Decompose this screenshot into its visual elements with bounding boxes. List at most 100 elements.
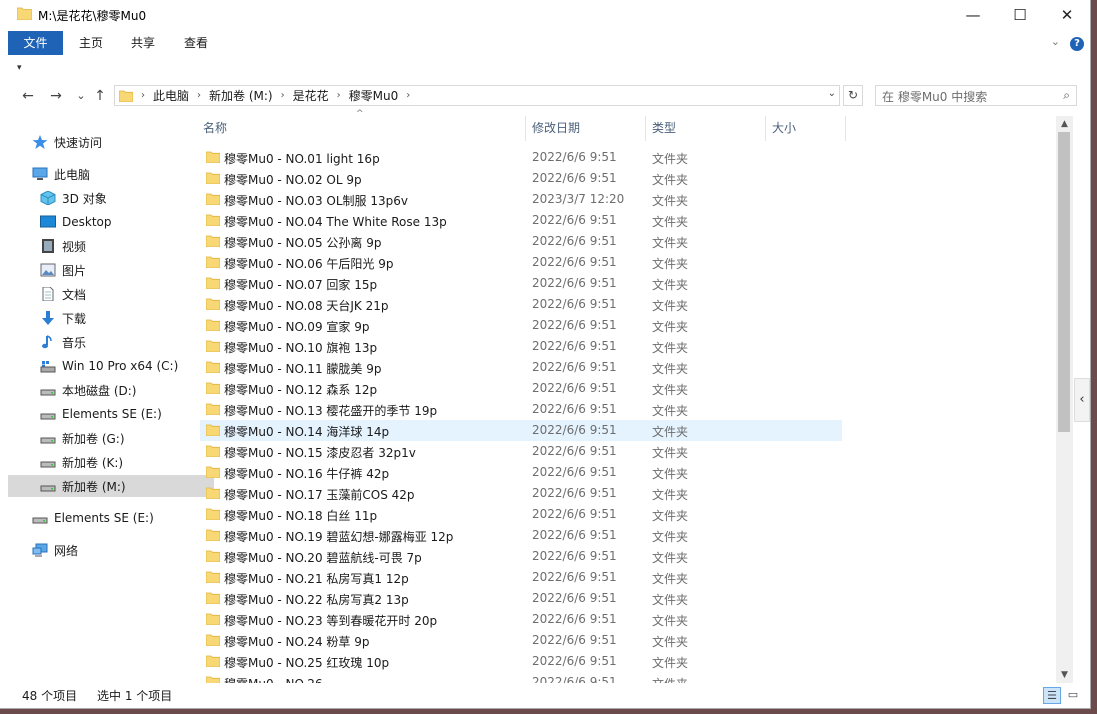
file-row[interactable]: 穆零Mu0 - NO.21 私房写真1 12p 2022/6/6 9:51 文件夹 [200, 567, 842, 588]
column-header-name[interactable]: 名称 [203, 116, 227, 141]
file-row[interactable]: 穆零Mu0 - NO.01 light 16p 2022/6/6 9:51 文件夹 [200, 147, 842, 168]
sidebar-item-label: 图片 [62, 263, 87, 278]
ribbon-expand-icon[interactable]: ⌄ [1051, 35, 1060, 48]
file-row[interactable]: 穆零Mu0 - NO.15 漆皮忍者 32p1v 2022/6/6 9:51 文件夹 [200, 441, 842, 462]
sidebar-item-drive-d[interactable]: 本地磁盘 (D:) [8, 379, 214, 401]
column-header-date[interactable]: 修改日期 [532, 116, 580, 141]
file-date: 2022/6/6 9:51 [532, 276, 617, 290]
star-icon [32, 135, 48, 149]
file-row[interactable]: 穆零Mu0 - NO.10 旗袍 13p 2022/6/6 9:51 文件夹 [200, 336, 842, 357]
column-divider[interactable] [765, 116, 766, 141]
breadcrumb-this-pc[interactable]: 此电脑 [153, 87, 189, 104]
sidebar-item-videos[interactable]: 视频 [8, 235, 214, 257]
file-row[interactable]: 穆零Mu0 - NO.11 朦胧美 9p 2022/6/6 9:51 文件夹 [200, 357, 842, 378]
sidebar-item-downloads[interactable]: 下载 [8, 307, 214, 329]
sort-ascending-icon: ^ [356, 109, 364, 119]
file-list: 穆零Mu0 - NO.01 light 16p 2022/6/6 9:51 文件夹穆… [200, 147, 845, 683]
breadcrumb-separator-icon[interactable]: › [281, 90, 285, 101]
help-icon[interactable]: ? [1070, 37, 1084, 51]
file-row[interactable]: 穆零Mu0 - NO.22 私房写真2 13p 2022/6/6 9:51 文件夹 [200, 588, 842, 609]
sidebar-item-documents[interactable]: 文档 [8, 283, 214, 305]
sidebar-item-drive-g[interactable]: 新加卷 (G:) [8, 427, 214, 449]
file-row[interactable]: 穆零Mu0 - NO.02 OL 9p 2022/6/6 9:51 文件夹 [200, 168, 842, 189]
maximize-button[interactable]: ☐ [997, 0, 1043, 30]
preview-pane-toggle-icon[interactable]: ‹ [1074, 378, 1090, 422]
large-icons-view-icon[interactable]: ▭ [1064, 687, 1082, 704]
breadcrumb-drive-m[interactable]: 新加卷 (M:) [209, 87, 273, 104]
tab-share[interactable]: 共享 [122, 31, 164, 55]
drive-icon [40, 485, 56, 492]
details-view-icon[interactable]: ☰ [1043, 687, 1061, 704]
file-row[interactable]: 穆零Mu0 - NO.20 碧蓝航线-可畏 7p 2022/6/6 9:51 文件夹 [200, 546, 842, 567]
minimize-button[interactable]: — [950, 0, 996, 30]
file-row[interactable]: 穆零Mu0 - NO.26 … 2022/6/6 9:51 文件夹 [200, 672, 842, 683]
file-row[interactable]: 穆零Mu0 - NO.12 森系 12p 2022/6/6 9:51 文件夹 [200, 378, 842, 399]
file-row[interactable]: 穆零Mu0 - NO.05 公孙离 9p 2022/6/6 9:51 文件夹 [200, 231, 842, 252]
breadcrumb-separator-icon[interactable]: › [197, 90, 201, 101]
file-row[interactable]: 穆零Mu0 - NO.14 海洋球 14p 2022/6/6 9:51 文件夹 [200, 420, 842, 441]
back-icon[interactable]: ← [18, 86, 38, 106]
file-name: 穆零Mu0 - NO.16 牛仔裤 42p [224, 467, 390, 481]
folder-icon [206, 550, 220, 562]
file-row[interactable]: 穆零Mu0 - NO.03 OL制服 13p6v 2023/3/7 12:20 文件… [200, 189, 842, 210]
network-icon [32, 543, 48, 557]
sidebar-item-this-pc[interactable]: 此电脑 [8, 163, 206, 185]
search-box[interactable]: ⌕ [875, 85, 1077, 107]
close-button[interactable]: ✕ [1044, 0, 1090, 30]
sidebar-item-desktop[interactable]: Desktop [8, 211, 214, 233]
recent-locations-icon[interactable]: ⌄ [71, 86, 91, 106]
file-row[interactable]: 穆零Mu0 - NO.13 樱花盛开的季节 19p 2022/6/6 9:51 文件… [200, 399, 842, 420]
folder-icon [206, 445, 220, 457]
vertical-scrollbar[interactable]: ▲ ▼ [1056, 116, 1073, 683]
scroll-up-icon[interactable]: ▲ [1056, 117, 1073, 131]
sidebar-item-drive-c[interactable]: Win 10 Pro x64 (C:) [8, 355, 214, 377]
file-row[interactable]: 穆零Mu0 - NO.17 玉藻前COS 42p 2022/6/6 9:51 文件夹 [200, 483, 842, 504]
breadcrumb-folder-parent[interactable]: 是花花 [293, 87, 329, 104]
sidebar-item-elements-se[interactable]: Elements SE (E:) [8, 507, 206, 529]
quick-access-dropdown-icon[interactable]: ▾ [17, 63, 22, 73]
sidebar-item-music[interactable]: 音乐 [8, 331, 214, 353]
file-row[interactable]: 穆零Mu0 - NO.07 回家 15p 2022/6/6 9:51 文件夹 [200, 273, 842, 294]
column-header-type[interactable]: 类型 [652, 116, 676, 141]
file-row[interactable]: 穆零Mu0 - NO.06 午后阳光 9p 2022/6/6 9:51 文件夹 [200, 252, 842, 273]
file-type: 文件夹 [652, 236, 689, 250]
search-icon[interactable]: ⌕ [1063, 88, 1070, 103]
file-type: 文件夹 [652, 152, 689, 166]
file-type: 文件夹 [652, 341, 689, 355]
file-row[interactable]: 穆零Mu0 - NO.19 碧蓝幻想-娜露梅亚 12p 2022/6/6 9:51… [200, 525, 842, 546]
scroll-down-icon[interactable]: ▼ [1056, 668, 1073, 682]
file-row[interactable]: 穆零Mu0 - NO.23 等到春暖花开时 20p 2022/6/6 9:51 文件… [200, 609, 842, 630]
file-row[interactable]: 穆零Mu0 - NO.24 粉草 9p 2022/6/6 9:51 文件夹 [200, 630, 842, 651]
sidebar-item-drive-e[interactable]: Elements SE (E:) [8, 403, 214, 425]
file-row[interactable]: 穆零Mu0 - NO.09 宣家 9p 2022/6/6 9:51 文件夹 [200, 315, 842, 336]
file-row[interactable]: 穆零Mu0 - NO.04 The White Rose 13p 2022/6/6… [200, 210, 842, 231]
sidebar-item-drive-k[interactable]: 新加卷 (K:) [8, 451, 214, 473]
sidebar-item-drive-m[interactable]: 新加卷 (M:) [8, 475, 214, 497]
column-header-size[interactable]: 大小 [772, 116, 796, 141]
file-row[interactable]: 穆零Mu0 - NO.25 红玫瑰 10p 2022/6/6 9:51 文件夹 [200, 651, 842, 672]
tab-view[interactable]: 查看 [175, 31, 217, 55]
refresh-button[interactable]: ↻ [843, 85, 863, 106]
up-icon[interactable]: ↑ [90, 86, 110, 106]
tab-file[interactable]: 文件 [8, 31, 63, 55]
breadcrumb-folder-current[interactable]: 穆零Mu0 [349, 87, 399, 104]
file-row[interactable]: 穆零Mu0 - NO.16 牛仔裤 42p 2022/6/6 9:51 文件夹 [200, 462, 842, 483]
tab-home[interactable]: 主页 [70, 31, 112, 55]
breadcrumb-separator-icon[interactable]: › [406, 90, 410, 101]
sidebar-item-quick-access[interactable]: 快速访问 [8, 131, 206, 153]
sidebar-item-network[interactable]: 网络 [8, 539, 206, 561]
file-row[interactable]: 穆零Mu0 - NO.18 白丝 11p 2022/6/6 9:51 文件夹 [200, 504, 842, 525]
scrollbar-thumb[interactable] [1058, 132, 1070, 432]
search-input[interactable] [876, 86, 1054, 107]
forward-icon[interactable]: → [46, 86, 66, 106]
column-divider[interactable] [525, 116, 526, 141]
column-divider[interactable] [845, 116, 846, 141]
breadcrumb-separator-icon[interactable]: › [337, 90, 341, 101]
address-dropdown-icon[interactable]: ⌄ [828, 88, 836, 99]
file-row[interactable]: 穆零Mu0 - NO.08 天台JK 21p 2022/6/6 9:51 文件夹 [200, 294, 842, 315]
sidebar-item-label: 快速访问 [54, 135, 103, 150]
column-divider[interactable] [645, 116, 646, 141]
sidebar-item-3d-objects[interactable]: 3D 对象 [8, 187, 214, 209]
address-bar[interactable]: › 此电脑 › 新加卷 (M:) › 是花花 › 穆零Mu0 › ⌄ [114, 85, 840, 106]
sidebar-item-pictures[interactable]: 图片 [8, 259, 214, 281]
